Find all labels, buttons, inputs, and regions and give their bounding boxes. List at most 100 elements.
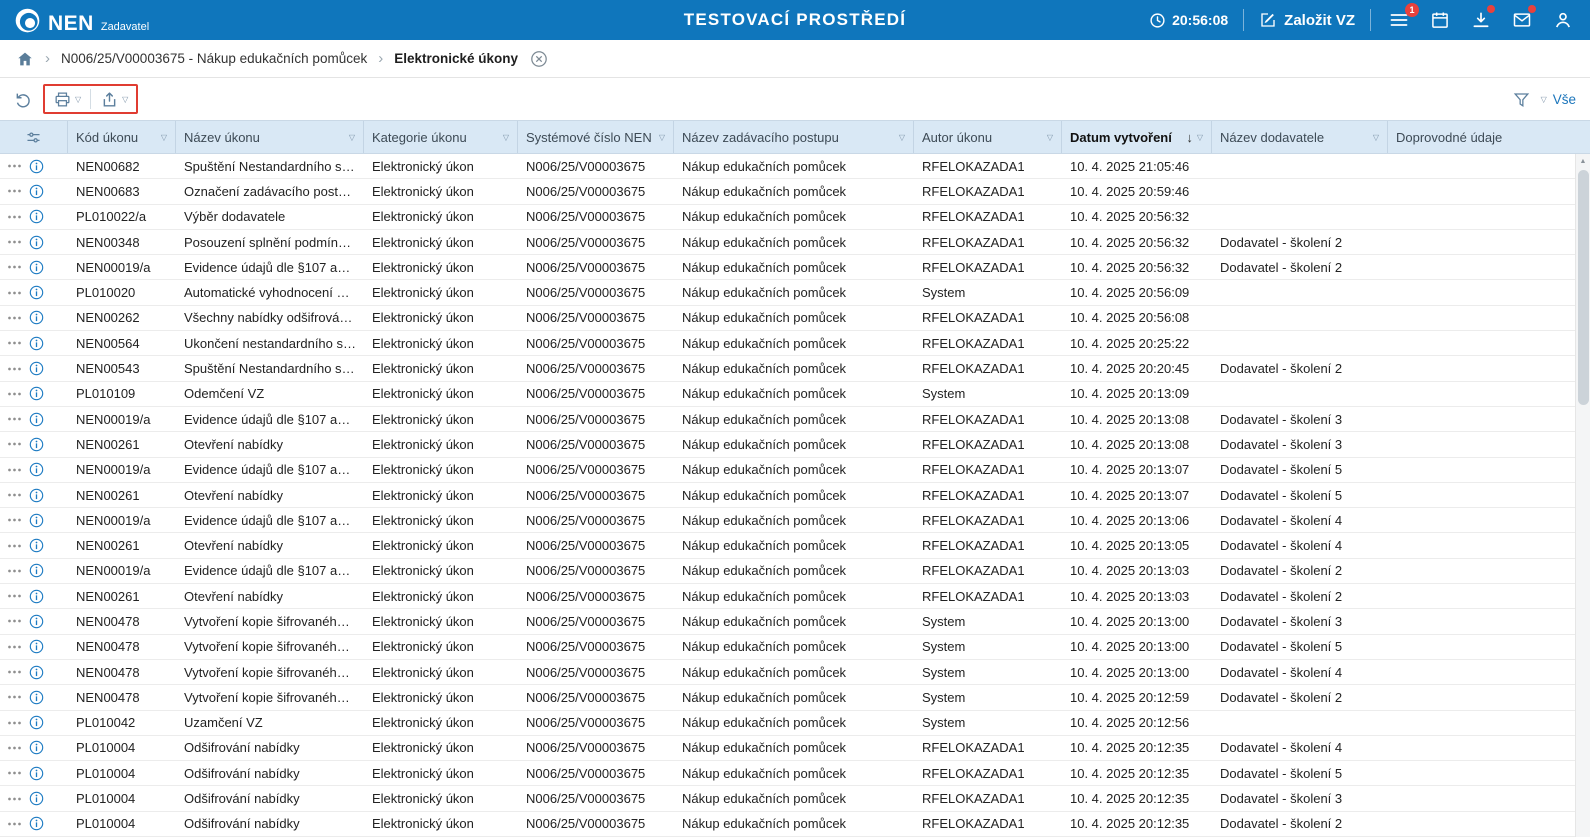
row-actions-icon[interactable]	[7, 239, 22, 245]
row-actions-icon[interactable]	[7, 391, 22, 397]
row-actions-icon[interactable]	[7, 821, 22, 827]
row-actions-icon[interactable]	[7, 669, 22, 675]
downloads-button[interactable]	[1468, 5, 1495, 33]
info-icon[interactable]	[29, 336, 44, 351]
info-icon[interactable]	[29, 740, 44, 755]
info-icon[interactable]	[29, 235, 44, 250]
table-row[interactable]: PL010004 Odšifrování nabídky Elektronick…	[0, 736, 1590, 762]
table-row[interactable]: NEN00478 Vytvoření kopie šifrovaného … E…	[0, 635, 1590, 660]
info-icon[interactable]	[29, 563, 44, 578]
table-row[interactable]: NEN00478 Vytvoření kopie šifrovaného … E…	[0, 609, 1590, 635]
info-icon[interactable]	[29, 159, 44, 174]
print-dropdown-icon[interactable]: ▽	[75, 95, 81, 104]
filter-scope-dropdown[interactable]: ▽ Vše	[1541, 92, 1576, 107]
vertical-scrollbar[interactable]: ▲	[1575, 154, 1590, 837]
filter-button[interactable]	[1512, 90, 1531, 109]
table-row[interactable]: NEN00682 Spuštění Nestandardního st… Ele…	[0, 154, 1590, 180]
column-filter-icon[interactable]: ▽	[1197, 133, 1203, 142]
export-button[interactable]: ▽	[100, 90, 128, 109]
table-row[interactable]: NEN00261 Otevření nabídky Elektronický ú…	[0, 584, 1590, 610]
close-view-button[interactable]	[530, 50, 548, 68]
column-header-postup[interactable]: Název zadávacího postupu ▽	[674, 121, 914, 153]
info-icon[interactable]	[29, 260, 44, 275]
row-actions-icon[interactable]	[7, 593, 22, 599]
column-filter-icon[interactable]: ▽	[161, 133, 167, 142]
info-icon[interactable]	[29, 361, 44, 376]
row-actions-icon[interactable]	[7, 770, 22, 776]
info-icon[interactable]	[29, 184, 44, 199]
create-vz-button[interactable]: Založit VZ	[1259, 11, 1355, 29]
row-actions-icon[interactable]	[7, 366, 22, 372]
info-icon[interactable]	[29, 665, 44, 680]
table-row[interactable]: PL010022/a Výběr dodavatele Elektronický…	[0, 205, 1590, 230]
column-header-autor[interactable]: Autor úkonu ▽	[914, 121, 1062, 153]
grid-settings-button[interactable]	[0, 121, 68, 153]
info-icon[interactable]	[29, 715, 44, 730]
row-actions-icon[interactable]	[7, 467, 22, 473]
info-icon[interactable]	[29, 690, 44, 705]
table-row[interactable]: NEN00683 Označení zadávacího postu… Elek…	[0, 179, 1590, 205]
table-row[interactable]: NEN00478 Vytvoření kopie šifrovaného … E…	[0, 660, 1590, 686]
column-filter-icon[interactable]: ▽	[659, 133, 665, 142]
table-row[interactable]: PL010004 Odšifrování nabídky Elektronick…	[0, 812, 1590, 837]
export-dropdown-icon[interactable]: ▽	[122, 95, 128, 104]
info-icon[interactable]	[29, 816, 44, 831]
table-row[interactable]: NEN00348 Posouzení splnění podmíne… Elek…	[0, 230, 1590, 256]
table-row[interactable]: NEN00019/a Evidence údajů dle §107 až … …	[0, 407, 1590, 433]
column-header-cislo[interactable]: Systémové číslo NEN ▽	[518, 121, 674, 153]
table-row[interactable]: NEN00019/a Evidence údajů dle §107 až … …	[0, 255, 1590, 281]
info-icon[interactable]	[29, 614, 44, 629]
info-icon[interactable]	[29, 488, 44, 503]
column-filter-icon[interactable]: ▽	[1047, 133, 1053, 142]
table-row[interactable]: NEN00019/a Evidence údajů dle §107 až … …	[0, 508, 1590, 534]
row-actions-icon[interactable]	[7, 517, 22, 523]
row-actions-icon[interactable]	[7, 441, 22, 447]
row-actions-icon[interactable]	[7, 694, 22, 700]
row-actions-icon[interactable]	[7, 543, 22, 549]
row-actions-icon[interactable]	[7, 745, 22, 751]
row-actions-icon[interactable]	[7, 163, 22, 169]
refresh-button[interactable]	[14, 90, 33, 109]
info-icon[interactable]	[29, 386, 44, 401]
info-icon[interactable]	[29, 589, 44, 604]
row-actions-icon[interactable]	[7, 290, 22, 296]
row-actions-icon[interactable]	[7, 315, 22, 321]
row-actions-icon[interactable]	[7, 340, 22, 346]
row-actions-icon[interactable]	[7, 568, 22, 574]
table-row[interactable]: PL010004 Odšifrování nabídky Elektronick…	[0, 786, 1590, 812]
row-actions-icon[interactable]	[7, 796, 22, 802]
column-header-kod[interactable]: Kód úkonu ▽	[68, 121, 176, 153]
table-row[interactable]: NEN00543 Spuštění Nestandardního st… Ele…	[0, 356, 1590, 382]
calendar-button[interactable]	[1427, 7, 1453, 33]
table-row[interactable]: NEN00019/a Evidence údajů dle §107 až … …	[0, 559, 1590, 585]
scrollbar-up-icon[interactable]: ▲	[1576, 154, 1590, 168]
column-header-kategorie[interactable]: Kategorie úkonu ▽	[364, 121, 518, 153]
table-row[interactable]: NEN00019/a Evidence údajů dle §107 až … …	[0, 458, 1590, 483]
info-icon[interactable]	[29, 285, 44, 300]
user-profile-button[interactable]	[1550, 7, 1576, 33]
info-icon[interactable]	[29, 412, 44, 427]
table-row[interactable]: NEN00261 Otevření nabídky Elektronický ú…	[0, 432, 1590, 458]
messages-button[interactable]	[1509, 5, 1536, 33]
row-actions-icon[interactable]	[7, 264, 22, 270]
table-row[interactable]: PL010109 Odemčení VZ Elektronický úkon N…	[0, 382, 1590, 407]
nen-brand[interactable]: NEN Zadavatel	[14, 7, 149, 34]
scrollbar-thumb[interactable]	[1578, 170, 1589, 405]
menu-button[interactable]: 1	[1386, 3, 1419, 33]
breadcrumb-procurement[interactable]: N006/25/V00003675 - Nákup edukačních pom…	[61, 51, 367, 66]
column-filter-icon[interactable]: ▽	[1373, 133, 1379, 142]
table-row[interactable]: NEN00261 Otevření nabídky Elektronický ú…	[0, 483, 1590, 509]
row-actions-icon[interactable]	[7, 214, 22, 220]
table-row[interactable]: NEN00478 Vytvoření kopie šifrovaného … E…	[0, 685, 1590, 711]
column-filter-icon[interactable]: ▽	[349, 133, 355, 142]
table-row[interactable]: NEN00261 Otevření nabídky Elektronický ú…	[0, 533, 1590, 559]
column-filter-icon[interactable]: ▽	[899, 133, 905, 142]
home-button[interactable]	[16, 50, 34, 68]
info-icon[interactable]	[29, 462, 44, 477]
info-icon[interactable]	[29, 791, 44, 806]
row-actions-icon[interactable]	[7, 416, 22, 422]
table-row[interactable]: NEN00262 Všechny nabídky odšifrován… Ele…	[0, 306, 1590, 332]
info-icon[interactable]	[29, 766, 44, 781]
table-row[interactable]: PL010004 Odšifrování nabídky Elektronick…	[0, 761, 1590, 787]
table-row[interactable]: PL010020 Automatické vyhodnocení n… Elek…	[0, 280, 1590, 306]
